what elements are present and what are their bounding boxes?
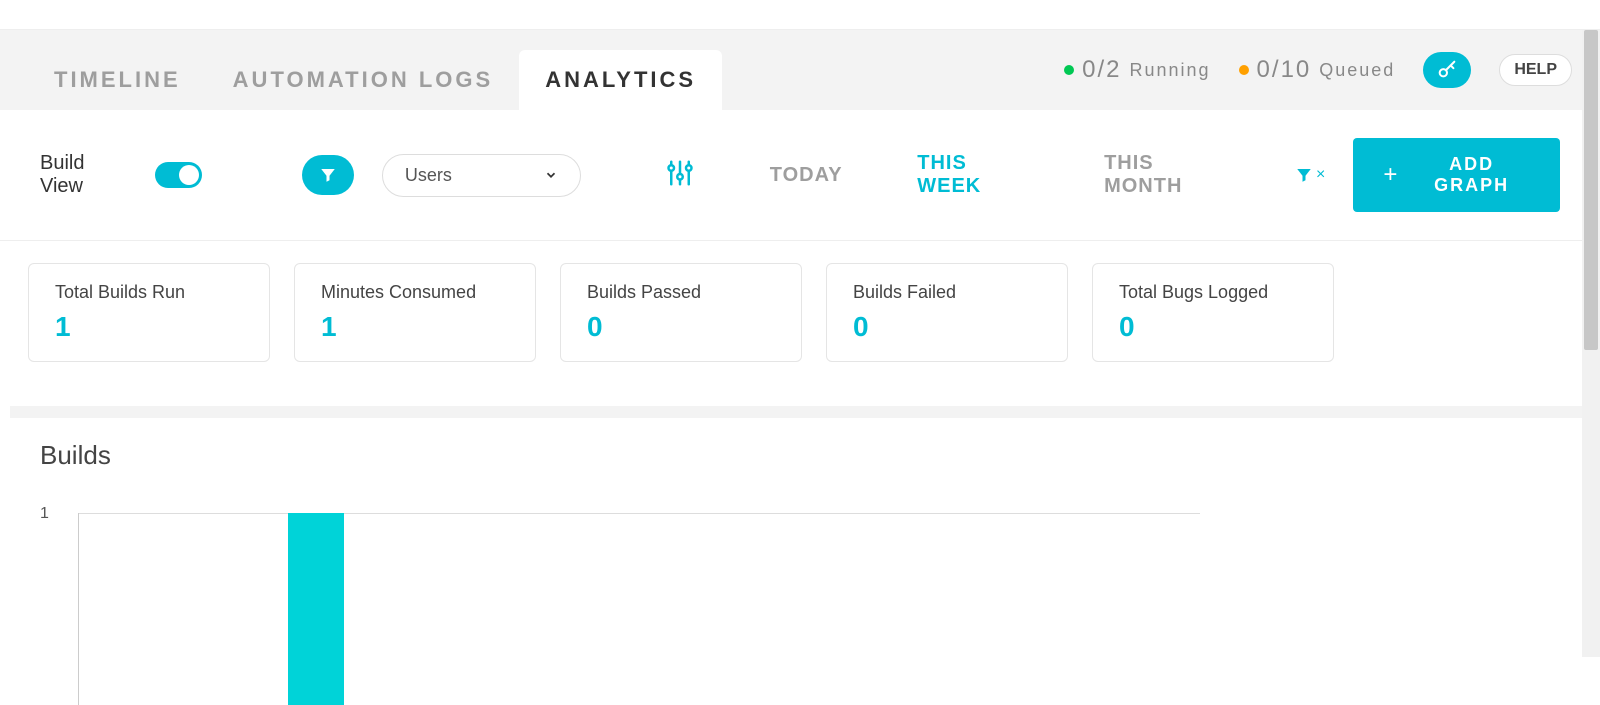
- tab-analytics[interactable]: ANALYTICS: [519, 50, 722, 110]
- tab-automation-logs[interactable]: AUTOMATION LOGS: [207, 50, 520, 110]
- top-strip: [0, 0, 1600, 30]
- main-tabs: TIMELINE AUTOMATION LOGS ANALYTICS: [28, 30, 722, 110]
- card-title: Builds Failed: [853, 282, 1041, 303]
- build-view-toggle[interactable]: [155, 162, 202, 188]
- running-count: 0/2: [1082, 56, 1121, 84]
- y-tick-1: 1: [40, 505, 49, 523]
- card-minutes-consumed: Minutes Consumed 1: [294, 263, 536, 362]
- card-builds-failed: Builds Failed 0: [826, 263, 1068, 362]
- stat-cards-row: Total Builds Run 1 Minutes Consumed 1 Bu…: [0, 241, 1600, 392]
- status-queued: 0/10 Queued: [1239, 56, 1396, 84]
- key-button[interactable]: [1423, 52, 1471, 88]
- card-title: Builds Passed: [587, 282, 775, 303]
- card-value: 0: [853, 311, 1041, 343]
- card-builds-passed: Builds Passed 0: [560, 263, 802, 362]
- card-title: Minutes Consumed: [321, 282, 509, 303]
- card-total-builds-run: Total Builds Run 1: [28, 263, 270, 362]
- dot-orange-icon: [1239, 65, 1249, 75]
- dot-green-icon: [1064, 65, 1074, 75]
- status-running: 0/2 Running: [1064, 56, 1210, 84]
- card-title: Total Bugs Logged: [1119, 282, 1307, 303]
- chart-title: Builds: [40, 440, 1560, 471]
- sliders-icon: [665, 158, 695, 188]
- sliders-button[interactable]: [665, 158, 695, 193]
- card-total-bugs-logged: Total Bugs Logged 0: [1092, 263, 1334, 362]
- add-graph-label: ADD GRAPH: [1413, 154, 1530, 196]
- plus-icon: +: [1383, 163, 1399, 187]
- clear-filter-button[interactable]: ×: [1295, 166, 1325, 184]
- controls-row: Build View Users TODAY THIS WEEK THIS MO…: [0, 110, 1600, 241]
- build-view-label: Build View: [40, 152, 127, 198]
- card-value: 1: [55, 311, 243, 343]
- card-title: Total Builds Run: [55, 282, 243, 303]
- time-tab-this-month[interactable]: THIS MONTH: [1104, 152, 1230, 198]
- card-value: 1: [321, 311, 509, 343]
- key-icon: [1436, 59, 1458, 81]
- select-value: Users: [405, 165, 452, 186]
- scrollbar-track[interactable]: [1582, 30, 1600, 657]
- queued-label: Queued: [1319, 60, 1395, 81]
- queued-count: 0/10: [1257, 56, 1312, 84]
- add-graph-button[interactable]: + ADD GRAPH: [1353, 138, 1560, 212]
- gridline: [78, 513, 1200, 514]
- chevron-down-icon: [544, 168, 558, 182]
- running-label: Running: [1129, 60, 1210, 81]
- users-select[interactable]: Users: [382, 154, 581, 197]
- filter-icon: [1295, 166, 1313, 184]
- tab-timeline[interactable]: TIMELINE: [28, 50, 207, 110]
- chart-area: 1: [40, 505, 1560, 705]
- time-tab-this-week[interactable]: THIS WEEK: [917, 152, 1029, 198]
- scrollbar-thumb[interactable]: [1584, 30, 1598, 350]
- chart-bar: [288, 513, 344, 705]
- clear-x: ×: [1316, 166, 1325, 184]
- subbar-right: 0/2 Running 0/10 Queued HELP: [1064, 30, 1572, 110]
- filter-icon: [319, 166, 337, 184]
- help-button[interactable]: HELP: [1499, 54, 1572, 86]
- card-value: 0: [587, 311, 775, 343]
- chart-panel: Builds 1: [10, 406, 1590, 705]
- filter-button[interactable]: [302, 155, 354, 195]
- y-axis: [78, 513, 79, 705]
- card-value: 0: [1119, 311, 1307, 343]
- time-tab-today[interactable]: TODAY: [770, 164, 843, 187]
- sub-bar: TIMELINE AUTOMATION LOGS ANALYTICS 0/2 R…: [0, 30, 1600, 110]
